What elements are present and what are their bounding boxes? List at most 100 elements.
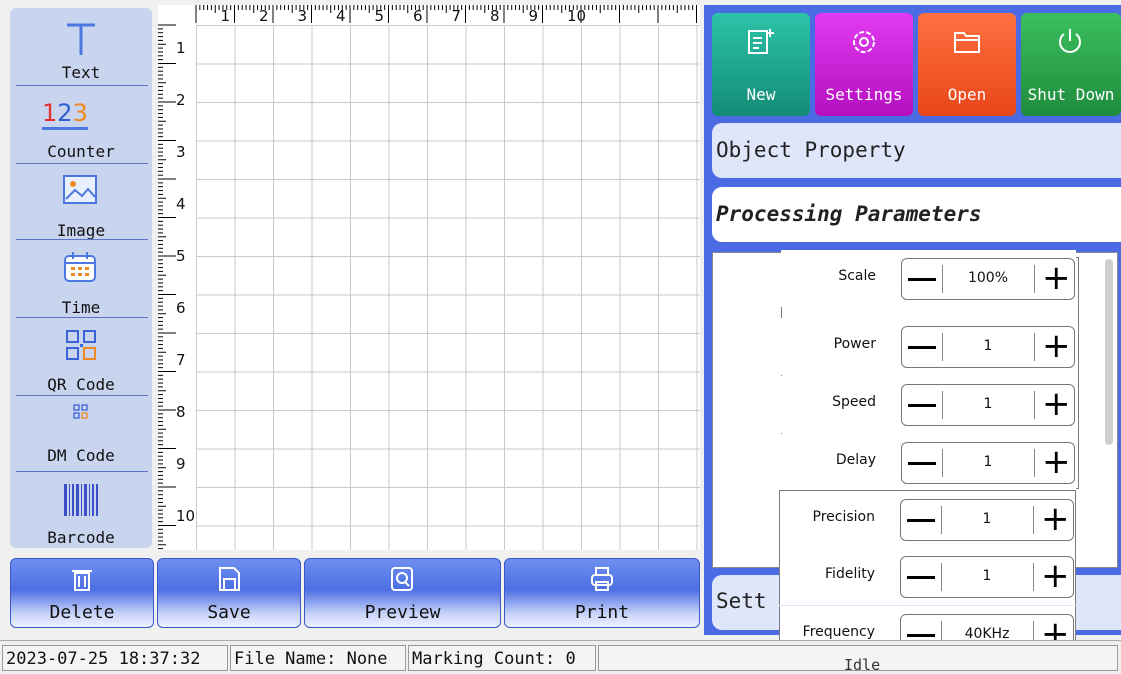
tool-image[interactable]: Image (10, 164, 152, 240)
save-button[interactable]: Save (157, 558, 301, 628)
barcode-icon (64, 484, 98, 516)
preview-button[interactable]: Preview (304, 558, 501, 628)
settings-button[interactable]: Settings (815, 13, 913, 116)
tool-sidebar: Text 123 Counter Image Time QR Code DM C… (10, 8, 152, 548)
decrement-button[interactable] (907, 634, 935, 637)
ruler-left-label: 8 (176, 403, 186, 421)
status-file-name: File Name: None (230, 645, 406, 671)
tool-qr-code[interactable]: QR Code (10, 318, 152, 396)
open-label: Open (947, 85, 987, 104)
print-button[interactable]: Print (504, 558, 700, 628)
status-marking-count: Marking Count: 0 (408, 645, 596, 671)
param-row-fidelity: Fidelity 1 + (779, 548, 1076, 605)
ruler-top-label: 5 (374, 7, 385, 25)
preview-label: Preview (364, 602, 441, 623)
tool-text-label: Text (61, 63, 101, 82)
tool-counter-label: Counter (47, 142, 115, 161)
settings-label: Settings (825, 85, 903, 104)
ruler-left-label: 9 (176, 455, 186, 473)
status-bar: 2023-07-25 18:37:32 File Name: None Mark… (0, 640, 1121, 674)
new-button[interactable]: New (712, 13, 810, 116)
status-state: Idle (598, 645, 1118, 671)
tool-dm-code-label: DM Code (47, 446, 115, 465)
print-label: Print (574, 602, 630, 623)
ruler-top-label: 10 (567, 7, 587, 25)
param-row-speed: Speed 1 + (781, 376, 1076, 433)
param-stepper: 100% + (901, 258, 1075, 300)
ruler-left-label: 7 (176, 351, 186, 369)
ruler-top-label: 6 (413, 7, 423, 25)
design-canvas[interactable]: 1 2 3 4 5 6 7 8 9 10 1 2 3 4 5 6 7 8 9 10 (158, 5, 700, 550)
param-value-field[interactable]: 1 (944, 396, 1032, 412)
ruler-left-label: 3 (176, 143, 186, 161)
image-icon (63, 175, 97, 204)
ruler-left-label: 10 (176, 507, 196, 525)
decrement-button[interactable] (908, 278, 936, 281)
increment-button[interactable]: + (1042, 387, 1071, 421)
param-name: Fidelity (825, 566, 875, 582)
decrement-button[interactable] (907, 576, 935, 579)
counter-icon: 123 (42, 99, 88, 130)
scrollbar-thumb[interactable] (1105, 259, 1113, 445)
ruler-top-label: 2 (259, 7, 269, 25)
tool-dm-code[interactable]: DM Code (10, 396, 152, 472)
param-stepper: 1 + (900, 499, 1074, 541)
ruler-left-label: 1 (176, 39, 186, 57)
processing-parameters-label: Processing Parameters (716, 202, 982, 226)
tool-barcode-label: Barcode (47, 528, 115, 547)
param-name: Delay (835, 452, 876, 468)
tool-qr-code-label: QR Code (47, 375, 115, 394)
canvas-grid[interactable] (196, 25, 700, 550)
ruler-top-label: 8 (490, 7, 500, 25)
open-button[interactable]: Open (918, 13, 1016, 116)
shutdown-button[interactable]: Shut Down (1021, 13, 1121, 116)
delete-label: Delete (49, 602, 115, 623)
gear-icon (853, 31, 875, 53)
printer-icon (591, 567, 613, 591)
param-value-field[interactable]: 1 (943, 511, 1031, 527)
ruler-left-label: 6 (176, 299, 186, 317)
status-datetime: 2023-07-25 18:37:32 (2, 645, 228, 671)
dm-code-icon (73, 404, 88, 419)
calendar-icon (64, 252, 96, 282)
increment-button[interactable]: + (1041, 502, 1070, 536)
tool-text[interactable]: Text (10, 8, 152, 86)
param-stepper: 1 + (900, 556, 1074, 598)
increment-button[interactable]: + (1042, 261, 1071, 295)
delete-button[interactable]: Delete (10, 558, 154, 628)
decrement-button[interactable] (907, 519, 935, 522)
param-stepper: 1 + (901, 326, 1075, 368)
param-value-field[interactable]: 1 (944, 338, 1032, 354)
ruler-left-label: 2 (176, 91, 186, 109)
param-row-scale: Scale 100% + (781, 250, 1076, 307)
param-name: Scale (838, 268, 876, 284)
tool-barcode[interactable]: Barcode (10, 472, 152, 548)
tool-time[interactable]: Time (10, 240, 152, 318)
param-name: Frequency (802, 624, 875, 640)
increment-button[interactable]: + (1042, 445, 1071, 479)
processing-parameters-tab[interactable]: Processing Parameters (712, 187, 1121, 242)
param-value-field[interactable]: 1 (944, 454, 1032, 470)
decrement-button[interactable] (908, 462, 936, 465)
settings-tab-label: Sett (716, 589, 767, 613)
param-stepper: 1 + (901, 442, 1075, 484)
param-name: Speed (832, 394, 876, 410)
decrement-button[interactable] (908, 346, 936, 349)
ruler-left-label: 5 (176, 247, 186, 265)
object-property-tab[interactable]: Object Property (712, 123, 1121, 178)
param-value-field[interactable]: 1 (943, 568, 1031, 584)
new-file-icon (748, 29, 774, 54)
save-icon (219, 567, 240, 591)
param-value-field[interactable]: 100% (944, 270, 1032, 286)
increment-button[interactable]: + (1042, 329, 1071, 363)
increment-button[interactable]: + (1041, 559, 1070, 593)
power-icon (1059, 29, 1081, 53)
ruler-top-label: 9 (528, 7, 539, 25)
new-label: New (746, 85, 776, 104)
tool-counter[interactable]: 123 Counter (10, 86, 152, 164)
ruler-top-label: 7 (451, 7, 462, 25)
decrement-button[interactable] (908, 404, 936, 407)
trash-icon (72, 570, 92, 591)
text-icon (67, 23, 95, 55)
ruler-top-label: 3 (297, 7, 308, 25)
